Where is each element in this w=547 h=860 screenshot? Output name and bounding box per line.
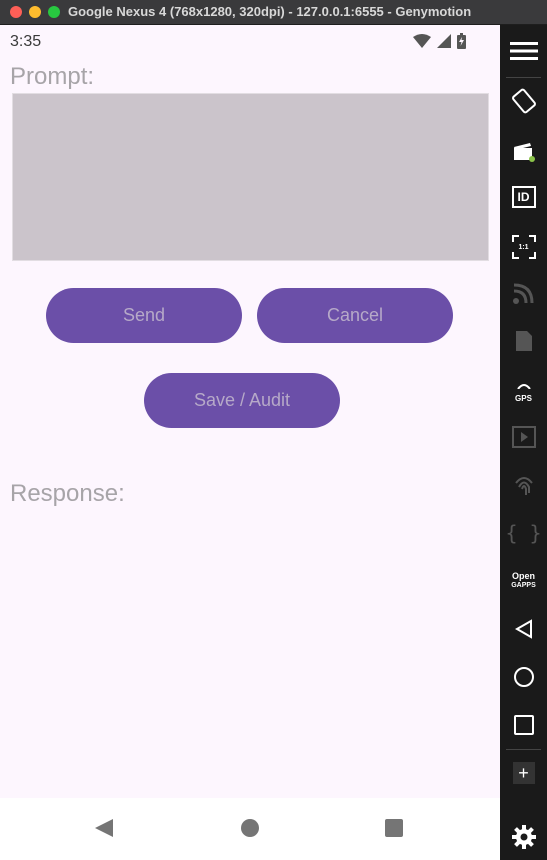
sim-card-icon[interactable]: [500, 323, 547, 359]
nav-back-icon[interactable]: [94, 818, 114, 838]
signal-icon: [437, 34, 451, 48]
cancel-button[interactable]: Cancel: [257, 288, 453, 343]
rotate-icon[interactable]: [500, 83, 547, 119]
nav-home-icon[interactable]: [240, 818, 260, 838]
settings-icon[interactable]: [500, 819, 547, 855]
genymotion-sidebar: ID 1:1 GPS { } Open GAPPS +: [500, 25, 547, 860]
camera-clapper-icon[interactable]: [500, 133, 547, 169]
open-gapps-icon[interactable]: Open GAPPS: [500, 563, 547, 599]
window-title: Google Nexus 4 (768x1280, 320dpi) - 127.…: [68, 4, 472, 19]
save-audit-button[interactable]: Save / Audit: [144, 373, 340, 428]
braces-icon[interactable]: { }: [500, 515, 547, 551]
prompt-input[interactable]: [12, 93, 489, 261]
nav-recents-icon[interactable]: [384, 818, 404, 838]
pixel-perfect-icon[interactable]: 1:1: [500, 229, 547, 265]
id-icon[interactable]: ID: [500, 179, 547, 215]
window-close-button[interactable]: [10, 6, 22, 18]
plus-icon[interactable]: +: [500, 755, 547, 791]
recents-icon[interactable]: [500, 707, 547, 743]
android-screen: 3:35 Prompt: Send Cancel Save / Audit Re…: [0, 25, 500, 860]
status-bar: 3:35: [0, 25, 500, 59]
fingerprint-icon[interactable]: [500, 467, 547, 503]
battery-icon: [457, 33, 466, 49]
window-minimize-button[interactable]: [29, 6, 41, 18]
window-titlebar: Google Nexus 4 (768x1280, 320dpi) - 127.…: [0, 0, 547, 25]
window-maximize-button[interactable]: [48, 6, 60, 18]
status-icons: [413, 33, 466, 49]
media-icon[interactable]: [500, 419, 547, 455]
back-icon[interactable]: [500, 611, 547, 647]
cast-icon[interactable]: [500, 275, 547, 311]
send-button[interactable]: Send: [46, 288, 242, 343]
wifi-icon: [413, 34, 431, 48]
response-label: Response:: [10, 480, 125, 507]
prompt-label: Prompt:: [10, 63, 95, 90]
status-time: 3:35: [10, 33, 42, 50]
response-output: [10, 515, 490, 785]
android-nav-bar: [0, 798, 500, 860]
menu-icon[interactable]: [500, 33, 547, 69]
home-icon[interactable]: [500, 659, 547, 695]
gps-icon[interactable]: GPS: [500, 371, 547, 407]
